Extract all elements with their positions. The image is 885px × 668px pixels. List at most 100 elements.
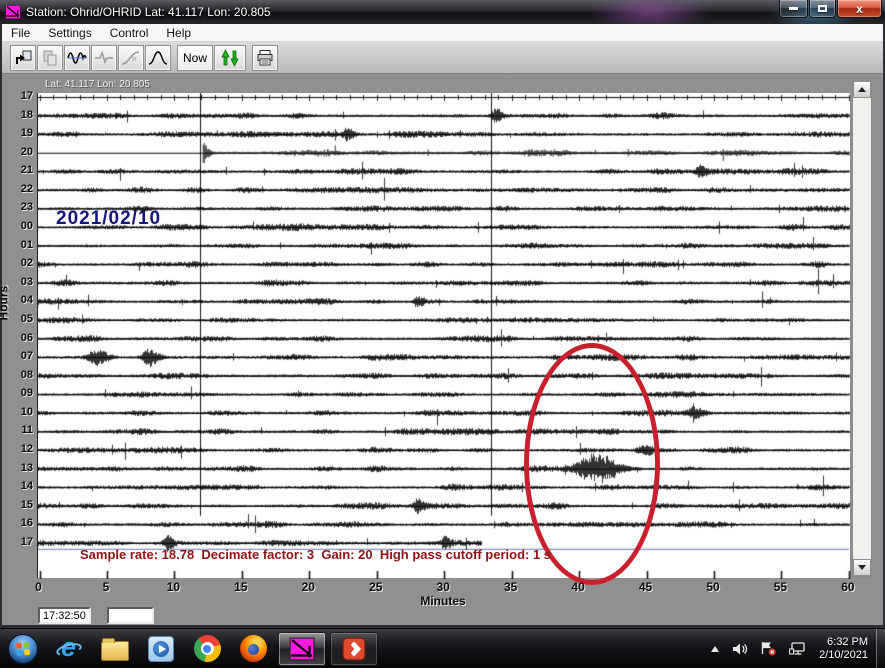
svg-text:P: P [132,57,137,64]
taskbar-firefox[interactable] [230,629,276,668]
menu-file[interactable]: File [2,25,39,41]
waveform-icon [67,49,87,67]
minimize-button[interactable] [779,0,808,18]
plot-latlon-header: Lat: 41.117 Lon: 20.805 [45,79,150,90]
amaseis-app-icon [289,636,315,662]
hour-label-23-16: 16 [0,517,33,529]
volume-button[interactable] [732,642,748,656]
hour-label-0-17: 17 [0,90,33,102]
window-title: Station: Ohrid/OHRID Lat: 41.117 Lon: 20… [26,5,271,19]
open-data-icon [14,49,32,67]
now-button[interactable]: Now [177,45,213,71]
taskbar-internet-explorer[interactable]: e [46,629,92,668]
close-button[interactable]: x [837,0,882,18]
triangle-up-icon [858,87,866,92]
start-button[interactable] [0,629,46,668]
printer-icon [256,49,274,67]
open-data-button[interactable] [10,45,36,71]
hour-label-3-20: 20 [0,146,33,158]
speaker-icon [732,642,748,656]
internet-explorer-icon: e [55,635,83,663]
menubar: File Settings Control Help [2,24,883,42]
hour-label-16-09: 09 [0,387,33,399]
filter-button-disabled: P [118,45,144,71]
hour-label-5-22: 22 [0,183,33,195]
minute-label-10: 10 [167,580,180,594]
hidden-icons-arrow-icon [710,645,720,653]
network-button[interactable] [789,641,807,656]
taskbar-chrome[interactable] [184,629,230,668]
aux-input-field[interactable] [107,607,154,624]
hour-label-22-15: 15 [0,499,33,511]
hour-label-20-13: 13 [0,462,33,474]
helicorder-canvas[interactable] [38,93,851,579]
folder-icon [101,641,129,661]
print-button[interactable] [252,45,278,71]
taskbar: e [0,628,885,668]
filter-icon: P [121,49,141,67]
firefox-icon [240,635,267,662]
hours-axis: 1718192021222300010203040506070809101112… [0,93,36,578]
network-monitor-icon [789,641,807,656]
scrollbar-down-button[interactable] [853,559,871,576]
scroll-down-icon [231,51,238,66]
close-icon: x [856,3,863,15]
hour-label-7-00: 00 [0,220,33,232]
menu-help[interactable]: Help [157,25,200,41]
minute-label-45: 45 [639,580,652,594]
minute-label-25: 25 [369,580,382,594]
minute-label-15: 15 [234,580,247,594]
windows-start-icon [8,634,38,664]
helicorder-plot: 2021/02/10 Sample rate: 18.78 Decimate f… [37,93,850,578]
hour-label-6-23: 23 [0,201,33,213]
hour-label-13-06: 06 [0,332,33,344]
hour-label-18-11: 11 [0,424,33,436]
maximize-icon [818,5,827,12]
minute-label-0: 0 [35,580,42,594]
action-center-flag-icon [760,641,777,656]
titlebar[interactable]: Station: Ohrid/OHRID Lat: 41.117 Lon: 20… [0,0,885,24]
minute-label-5: 5 [103,580,110,594]
hour-label-21-14: 14 [0,480,33,492]
taskbar-amaseis-active[interactable] [278,632,326,666]
minimize-icon [789,7,798,10]
hour-label-4-21: 21 [0,164,33,176]
hour-label-1-18: 18 [0,109,33,121]
clock-time: 6:32 PM [819,636,868,649]
taskbar-red-diamond-app[interactable] [330,632,378,666]
minute-label-60: 60 [841,580,854,594]
extract-trace-button-disabled [91,45,117,71]
vertical-scrollbar[interactable] [852,80,872,577]
hour-label-9-02: 02 [0,257,33,269]
hour-label-15-08: 08 [0,369,33,381]
scroll-up-icon [222,50,229,65]
action-center-button[interactable] [760,641,777,656]
hour-label-8-01: 01 [0,239,33,251]
menu-settings[interactable]: Settings [39,25,100,41]
toolbar: P Now [2,42,883,74]
current-time-field[interactable]: 17:32:50 [38,607,91,624]
maximize-button[interactable] [809,0,836,18]
scrollbar-up-button[interactable] [853,81,871,98]
spectrum-button[interactable] [145,45,171,71]
media-player-icon [148,636,174,662]
hour-label-14-07: 07 [0,350,33,362]
taskbar-clock[interactable]: 6:32 PM 2/10/2021 [819,636,868,662]
taskbar-media-player[interactable] [138,629,184,668]
scroll-updown-button[interactable] [214,45,246,71]
waveform-view-button[interactable] [64,45,90,71]
minute-label-40: 40 [571,580,584,594]
copy-button-disabled [37,45,63,71]
triangle-down-icon [858,565,866,570]
menu-control[interactable]: Control [101,25,158,41]
extract-trace-icon [94,49,114,67]
show-desktop-button[interactable] [876,629,885,668]
app-icon [5,4,21,20]
taskbar-windows-explorer[interactable] [92,629,138,668]
minute-label-35: 35 [504,580,517,594]
copy-icon [41,49,59,67]
plot-footer-settings: Sample rate: 18.78 Decimate factor: 3 Ga… [80,547,551,562]
hour-label-19-12: 12 [0,443,33,455]
minute-label-50: 50 [706,580,719,594]
hidden-icons-button[interactable] [710,645,720,653]
